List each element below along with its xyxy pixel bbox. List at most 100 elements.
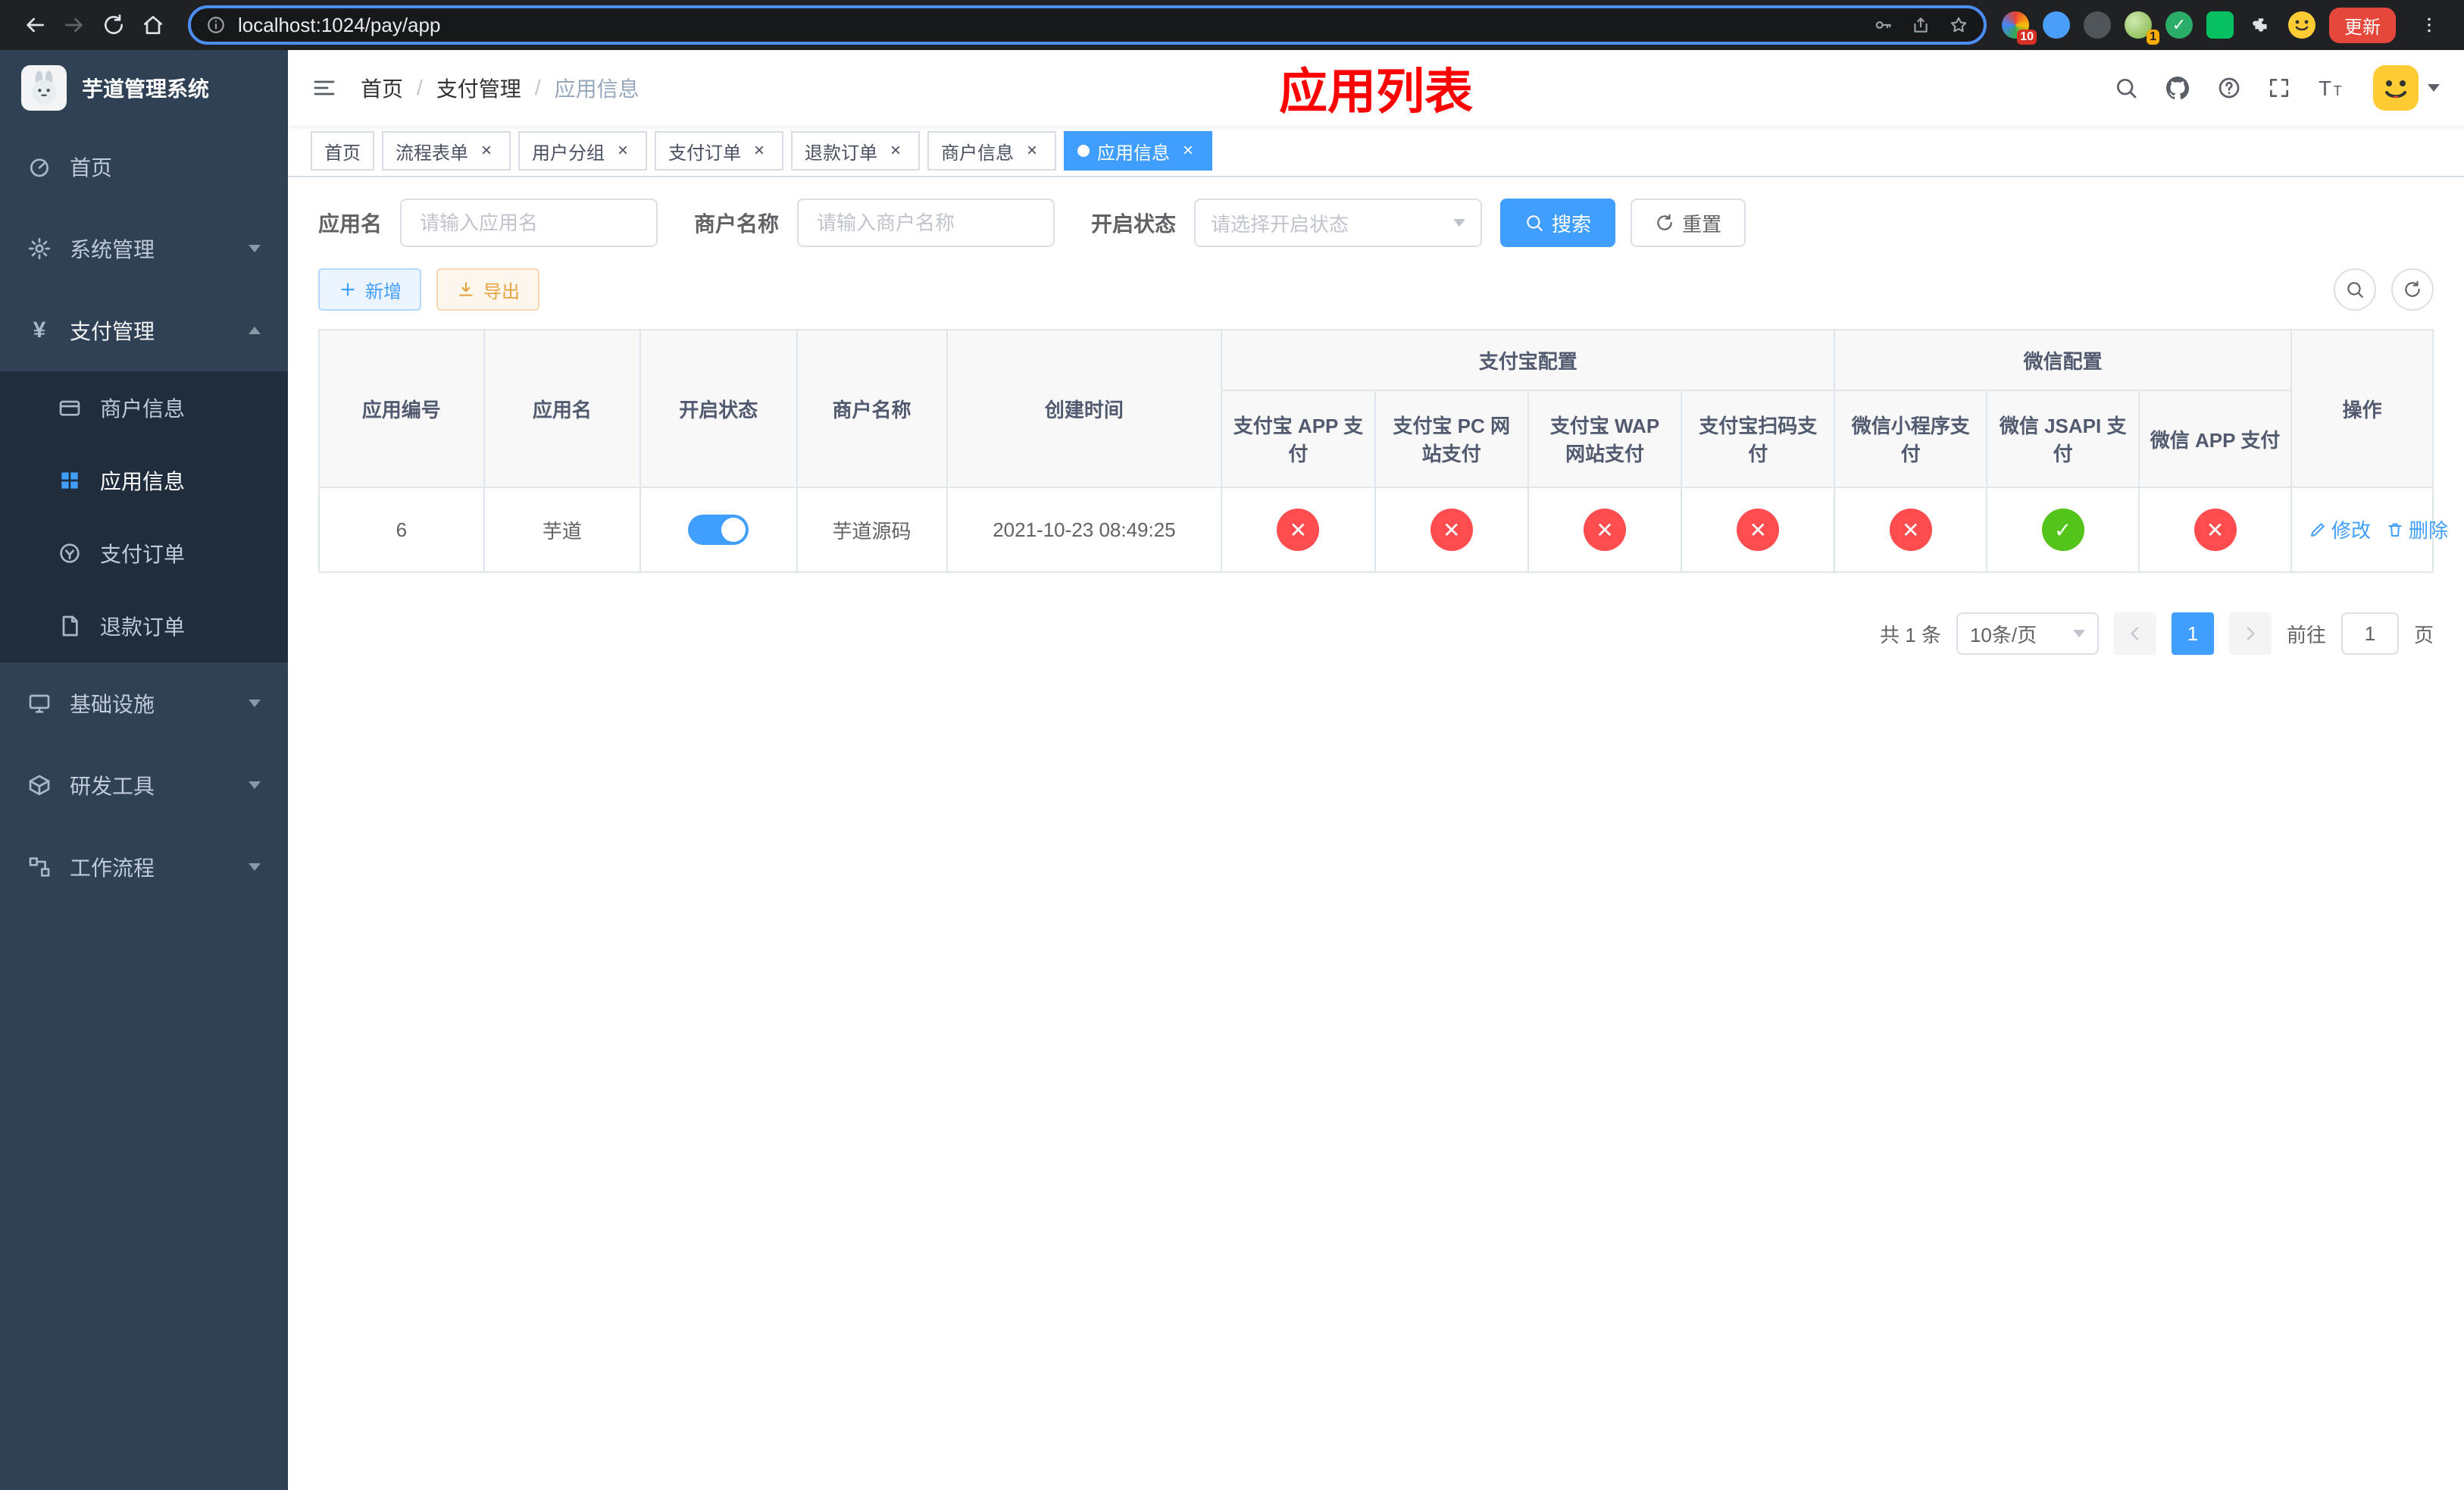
refresh-button[interactable]	[2391, 268, 2434, 311]
reset-button[interactable]: 重置	[1631, 199, 1746, 247]
breadcrumb-payment[interactable]: 支付管理	[436, 73, 521, 103]
sidebar-item-dev-tools[interactable]: 研发工具	[0, 744, 288, 826]
header-search-icon[interactable]	[2114, 76, 2138, 100]
status-select[interactable]: 请选择开启状态	[1194, 199, 1483, 247]
sidebar-item-merchant-info[interactable]: 商户信息	[0, 371, 288, 444]
active-tab-dot	[1077, 145, 1090, 157]
page-number-button[interactable]: 1	[2171, 612, 2214, 655]
browser-forward-icon[interactable]	[55, 5, 94, 45]
search-button[interactable]: 搜索	[1500, 199, 1616, 247]
profile-avatar-icon[interactable]	[2288, 11, 2315, 39]
apps-table-wrap: 应用编号 应用名 开启状态 商户名称 创建时间 支付宝配置 微信配置 操作 支付…	[318, 329, 2448, 573]
browser-menu-icon[interactable]	[2409, 5, 2449, 45]
tab-home[interactable]: 首页	[311, 131, 374, 171]
tab-process-form[interactable]: 流程表单	[382, 131, 511, 171]
goto-suffix: 页	[2413, 623, 2434, 646]
breadcrumb-home[interactable]: 首页	[361, 73, 403, 103]
fullscreen-icon[interactable]	[2267, 76, 2291, 100]
sidebar-item-infrastructure[interactable]: 基础设施	[0, 662, 288, 744]
close-icon[interactable]	[476, 140, 497, 161]
site-info-icon[interactable]	[206, 15, 226, 35]
extension-icon-1[interactable]: 10	[2002, 11, 2037, 45]
col-merchant: 商户名称	[796, 329, 948, 488]
col-created: 创建时间	[946, 329, 1223, 488]
extension-icon-6[interactable]	[2206, 11, 2234, 39]
tab-user-group[interactable]: 用户分组	[518, 131, 647, 171]
page-size-select[interactable]: 10条/页	[1956, 612, 2099, 655]
browser-back-icon[interactable]	[15, 5, 55, 45]
github-icon[interactable]	[2164, 74, 2191, 102]
cell-app-name: 芋道	[483, 487, 642, 573]
tab-payment-orders[interactable]: 支付订单	[655, 131, 783, 171]
col-alipay-wap: 支付宝 WAP 网站支付	[1527, 390, 1683, 488]
sidebar-item-workflow[interactable]: 工作流程	[0, 826, 288, 908]
extension-icon-4[interactable]: 1	[2125, 11, 2159, 45]
app-name-input[interactable]	[400, 199, 658, 247]
order-icon	[58, 541, 82, 565]
status-icon: ✕	[1430, 509, 1473, 551]
chevron-down-icon	[2428, 84, 2440, 92]
cell-created: 2021-10-23 08:49:25	[946, 487, 1223, 573]
sidebar-item-refund-orders[interactable]: 退款订单	[0, 590, 288, 662]
tab-merchant-info[interactable]: 商户信息	[927, 131, 1056, 171]
enabled-switch[interactable]	[688, 515, 749, 545]
bookmark-star-icon[interactable]	[1949, 15, 1968, 35]
page-content: 应用名 商户名称 开启状态 请选择开启状态 搜索	[288, 177, 2464, 1490]
share-icon[interactable]	[1911, 15, 1931, 35]
tab-refund-orders[interactable]: 退款订单	[791, 131, 920, 171]
browser-home-icon[interactable]	[133, 5, 173, 45]
address-bar[interactable]: localhost:1024/pay/app	[188, 5, 1987, 45]
sidebar-item-app-info[interactable]: 应用信息	[0, 444, 288, 517]
close-icon[interactable]	[1021, 140, 1043, 161]
add-button[interactable]: 新增	[318, 268, 421, 311]
extensions-puzzle-icon[interactable]	[2247, 11, 2275, 39]
filter-form: 应用名 商户名称 开启状态 请选择开启状态 搜索	[318, 199, 2434, 247]
close-icon[interactable]	[1177, 140, 1199, 161]
url-text: localhost:1024/pay/app	[238, 13, 441, 36]
close-icon[interactable]	[885, 140, 906, 161]
cell-enabled	[639, 487, 798, 573]
edit-button[interactable]: 修改	[2309, 515, 2371, 543]
chevron-down-icon	[1453, 219, 1466, 227]
status-icon: ✕	[1737, 509, 1780, 551]
tab-app-info[interactable]: 应用信息	[1064, 131, 1212, 171]
toggle-search-button[interactable]	[2334, 268, 2376, 311]
extension-icon-5[interactable]: ✓	[2165, 11, 2193, 39]
browser-reload-icon[interactable]	[94, 5, 133, 45]
password-key-icon[interactable]	[1873, 15, 1893, 35]
sidebar-item-payment-orders[interactable]: 支付订单	[0, 517, 288, 590]
cell-actions: 修改 删除	[2290, 487, 2448, 573]
browser-update-button[interactable]: 更新	[2329, 7, 2396, 43]
group-wechat-config: 微信配置	[1834, 329, 2292, 391]
prev-page-button[interactable]	[2113, 612, 2156, 655]
merchant-name-input[interactable]	[797, 199, 1055, 247]
hamburger-icon[interactable]	[312, 76, 336, 100]
tags-view: 首页 流程表单 用户分组 支付订单 退款订单	[288, 126, 2464, 177]
sidebar-item-payment[interactable]: ¥ 支付管理	[0, 290, 288, 371]
sidebar-item-system[interactable]: 系统管理	[0, 208, 288, 290]
pagination-total: 共 1 条	[1880, 623, 1941, 646]
col-alipay-qr: 支付宝扫码支付	[1681, 390, 1836, 488]
export-button[interactable]: 导出	[436, 268, 539, 311]
help-icon[interactable]	[2217, 76, 2241, 100]
extension-icon-2[interactable]	[2043, 11, 2070, 39]
goto-page-input[interactable]	[2340, 612, 2399, 655]
app-title: 芋道管理系统	[82, 77, 210, 101]
delete-button[interactable]: 删除	[2386, 515, 2448, 543]
extension-icon-3[interactable]	[2084, 11, 2111, 39]
close-icon[interactable]	[749, 140, 770, 161]
col-wechat-jsapi: 微信 JSAPI 支付	[1986, 390, 2140, 488]
sidebar: 芋道管理系统 首页 系统管理 ¥ 支付管理 商户信息 应用信息 支付订单 退款订…	[0, 50, 288, 1490]
sidebar-item-home[interactable]: 首页	[0, 126, 288, 208]
chevron-down-icon	[249, 781, 261, 789]
status-label: 开启状态	[1091, 212, 1177, 236]
col-app-name: 应用名	[483, 329, 642, 488]
chevron-down-icon	[2072, 630, 2085, 637]
next-page-button[interactable]	[2228, 612, 2272, 655]
app-logo[interactable]: 芋道管理系统	[0, 50, 288, 126]
chevron-up-icon	[249, 327, 261, 334]
user-avatar[interactable]	[2373, 65, 2440, 111]
col-actions: 操作	[2290, 329, 2434, 488]
close-icon[interactable]	[612, 140, 633, 161]
font-size-icon[interactable]: TT	[2317, 74, 2347, 102]
